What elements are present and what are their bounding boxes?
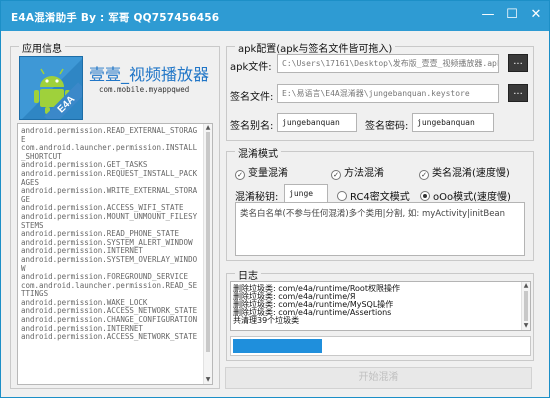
permission-item: android.permission.READ_EXTERNAL_STORAGE: [21, 126, 198, 144]
progress-fill: [233, 339, 322, 353]
key-label: 混淆秘钥:: [235, 192, 279, 203]
permission-item: com.android.launcher.permission.READ_SET…: [21, 280, 198, 299]
package-name: com.mobile.myappqwed: [99, 85, 190, 94]
permission-items: android.permission.READ_EXTERNAL_STORAGE…: [21, 126, 201, 342]
permission-item: android.permission.WRITE_EXTERNAL_STORAG…: [21, 186, 198, 204]
scroll-down-icon[interactable]: ▼: [204, 376, 212, 384]
permission-item: android.permission.MOUNT_UNMOUNT_FILESYS…: [21, 211, 198, 230]
radio-selected-icon: [420, 191, 430, 201]
minimize-icon[interactable]: —: [477, 5, 499, 25]
sign-file-label: 签名文件:: [230, 92, 274, 103]
check-icon: ✓: [331, 170, 341, 180]
class-whitelist-input[interactable]: 类名白名单(不参与任何混淆)多个类用|分割, 如: myActivity|ini…: [235, 202, 525, 256]
log-group-label: 日志: [235, 267, 261, 282]
progress-bar: [230, 336, 531, 356]
variable-obfuscation-checkbox[interactable]: ✓ 变量混淆: [235, 164, 288, 180]
key-input[interactable]: junge: [284, 184, 328, 203]
scroll-thumb[interactable]: [206, 132, 210, 352]
apk-config-group-label: apk配置(apk与签名文件皆可拖入): [235, 40, 396, 55]
check-icon: ✓: [235, 170, 245, 180]
permission-list[interactable]: android.permission.READ_EXTERNAL_STORAGE…: [17, 123, 213, 385]
scroll-up-icon[interactable]: ▲: [204, 124, 212, 132]
classname-obfuscation-checkbox[interactable]: ✓ 类名混淆(速度慢): [419, 164, 510, 180]
method-obfuscation-checkbox[interactable]: ✓ 方法混淆: [331, 164, 384, 180]
sign-file-input[interactable]: E:\易语言\E4A混淆器\jungebanquan.keystore: [277, 84, 499, 103]
permission-item: android.permission.SYSTEM_OVERLAY_WINDOW: [21, 254, 198, 273]
password-label: 签名密码:: [365, 121, 409, 132]
close-icon[interactable]: ✕: [525, 5, 547, 25]
alias-label: 签名别名:: [230, 121, 274, 132]
android-e4a-icon: E4A: [19, 56, 83, 120]
sign-browse-button[interactable]: ...: [508, 84, 528, 102]
app-name: 壹壹_视频播放器: [89, 65, 210, 84]
scroll-down-icon[interactable]: ▼: [522, 322, 530, 330]
log-line: 共清理39个垃圾类: [233, 316, 300, 325]
apk-browse-button[interactable]: ...: [508, 54, 528, 72]
main-window: E4A混淆助手 By : 军哥 QQ757456456 — ☐ ✕ 应用信息 E…: [0, 0, 550, 398]
check-icon: ✓: [419, 170, 429, 180]
apk-file-input[interactable]: C:\Users\17161\Desktop\发布版_壹壹_视频播放器.apk: [277, 54, 499, 73]
obfuscation-group-label: 混淆模式: [235, 145, 281, 160]
variable-obfuscation-label: 变量混淆: [248, 168, 288, 179]
radio-unselected-icon: [337, 191, 347, 201]
permission-scrollbar[interactable]: ▲ ▼: [203, 124, 212, 384]
apk-file-label: apk文件:: [230, 62, 272, 73]
method-obfuscation-label: 方法混淆: [344, 168, 384, 179]
log-scrollbar[interactable]: ▲ ▼: [521, 282, 530, 330]
classname-obfuscation-label: 类名混淆(速度慢): [432, 168, 510, 179]
password-input[interactable]: jungebanquan: [412, 113, 494, 132]
log-lines: 删除垃圾类: com/e4a/runtime/Root权限操作 删除垃圾类: co…: [233, 285, 518, 325]
permission-item: android.permission.ACCESS_NETWORK_STATE: [21, 332, 198, 342]
start-obfuscation-button[interactable]: 开始混淆: [225, 367, 532, 389]
alias-input[interactable]: jungebanquan: [277, 113, 357, 132]
permission-item: android.permission.REQUEST_INSTALL_PACKA…: [21, 168, 198, 187]
app-info-group-label: 应用信息: [19, 40, 65, 55]
rc4-mode-radio[interactable]: RC4密文模式: [337, 188, 410, 203]
permission-item: com.android.launcher.permission.INSTALL_…: [21, 143, 198, 161]
scroll-up-icon[interactable]: ▲: [522, 282, 530, 290]
log-output[interactable]: 删除垃圾类: com/e4a/runtime/Root权限操作 删除垃圾类: co…: [230, 281, 531, 331]
window-title: E4A混淆助手 By : 军哥 QQ757456456: [11, 12, 220, 24]
class-whitelist-text: 类名白名单(不参与任何混淆)多个类用|分割, 如: myActivity|ini…: [240, 209, 506, 219]
ooo-mode-radio[interactable]: oOo模式(速度慢): [420, 188, 511, 203]
maximize-icon[interactable]: ☐: [501, 5, 523, 25]
scroll-thumb[interactable]: [524, 291, 528, 321]
title-bar[interactable]: E4A混淆助手 By : 军哥 QQ757456456 — ☐ ✕: [1, 1, 549, 31]
